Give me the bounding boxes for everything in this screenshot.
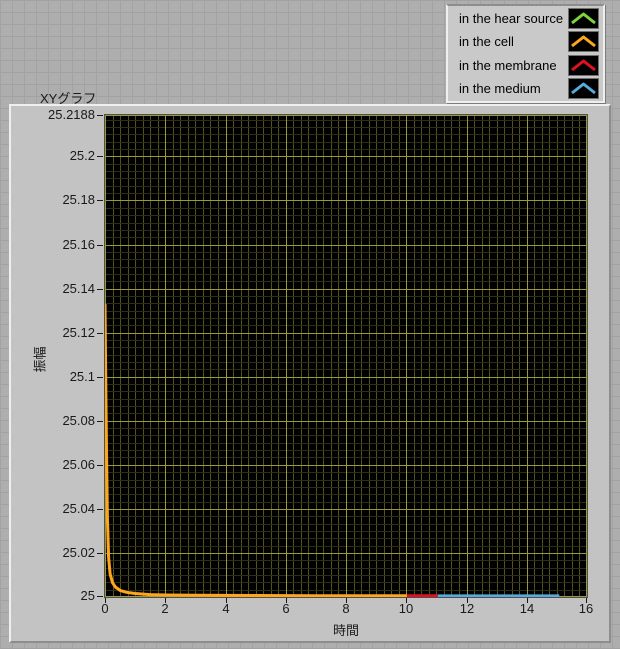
x-tick-label: 8 [342, 601, 350, 616]
plot-legend: in the hear source in the cell in the me… [446, 4, 605, 103]
legend-plot-swatch[interactable] [568, 31, 599, 53]
y-tick-mark [97, 333, 103, 334]
x-tick-label: 2 [161, 601, 169, 616]
x-tick-label: 16 [578, 601, 594, 616]
plot-canvas [105, 115, 587, 597]
y-tick-label: 25.2188 [48, 107, 95, 122]
legend-item-membrane[interactable]: in the membrane [448, 54, 603, 77]
y-tick-label: 25.06 [62, 457, 95, 472]
x-tick-mark [346, 598, 347, 603]
chevron-line-icon [571, 35, 596, 48]
y-tick-mark [97, 596, 103, 597]
x-tick-label: 0 [101, 601, 109, 616]
y-tick-mark [97, 465, 103, 466]
legend-plot-swatch[interactable] [568, 54, 599, 76]
legend-item-label: in the medium [459, 80, 541, 96]
y-tick-mark [97, 200, 103, 201]
plot-area[interactable] [104, 114, 588, 598]
chevron-line-icon [571, 59, 596, 71]
x-tick-label: 14 [519, 601, 535, 616]
y-tick-mark [97, 245, 103, 246]
legend-item-label: in the cell [459, 34, 514, 50]
front-panel-background: { "graph": { "title": "XYグラフ" }, "legend… [0, 0, 620, 649]
y-tick-label: 25.04 [62, 501, 95, 516]
y-tick-mark [97, 509, 103, 510]
x-tick-mark [226, 598, 227, 603]
x-tick-mark [286, 598, 287, 603]
legend-item-label: in the hear source [459, 11, 564, 27]
y-tick-label: 25.18 [62, 192, 95, 207]
y-tick-label: 25.1 [69, 369, 95, 384]
x-tick-mark [406, 598, 407, 603]
y-tick-label: 25.12 [62, 325, 95, 340]
x-tick-mark [586, 598, 587, 603]
y-tick-mark [97, 553, 103, 554]
legend-item-medium[interactable]: in the medium [448, 77, 603, 100]
x-tick-mark [527, 598, 528, 603]
x-tick-label: 4 [222, 601, 230, 616]
x-tick-mark [105, 598, 106, 603]
x-tick-label: 10 [398, 601, 414, 616]
x-tick-mark [467, 598, 468, 603]
legend-item-hear-source[interactable]: in the hear source [448, 7, 603, 30]
y-tick-mark [97, 421, 103, 422]
chevron-line-icon [571, 12, 596, 25]
y-tick-label: 25.2 [69, 148, 95, 163]
x-tick-label: 6 [282, 601, 290, 616]
y-tick-mark [97, 289, 103, 290]
legend-item-cell[interactable]: in the cell [448, 30, 603, 53]
y-tick-label: 25.14 [62, 281, 95, 296]
legend-item-label: in the membrane [459, 57, 557, 73]
legend-plot-swatch[interactable] [568, 77, 599, 99]
x-axis-label: 時間 [332, 623, 359, 638]
y-tick-label: 25.08 [62, 413, 95, 428]
y-tick-mark [97, 115, 103, 116]
x-tick-label: 12 [459, 601, 475, 616]
y-tick-mark [97, 377, 103, 378]
legend-plot-swatch[interactable] [568, 8, 599, 30]
y-tick-label: 25.16 [62, 237, 95, 252]
chevron-line-icon [571, 82, 596, 95]
y-tick-label: 25.02 [62, 545, 95, 560]
y-tick-mark [97, 156, 103, 157]
x-tick-mark [165, 598, 166, 603]
